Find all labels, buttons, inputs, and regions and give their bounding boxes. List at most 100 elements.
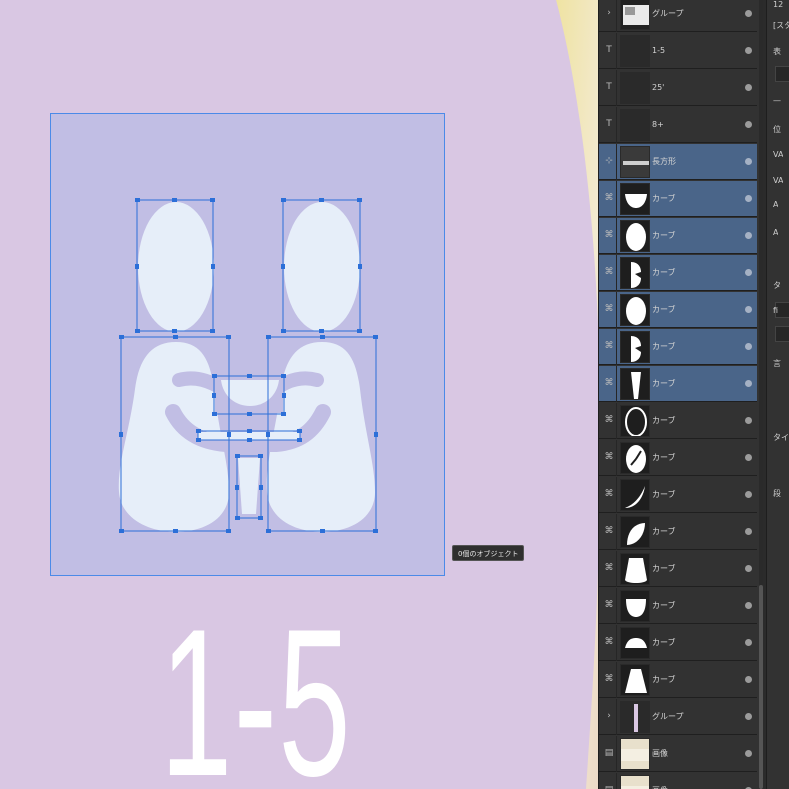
canvas[interactable]: 0個のオブジェクト 1-5 — [0, 0, 615, 789]
layer-type-icon[interactable]: ⌘ — [604, 487, 614, 501]
section-position[interactable]: 位 — [773, 124, 781, 135]
layer-name[interactable]: カーブ — [652, 303, 676, 317]
layer-row[interactable]: ⌘ カーブ — [599, 366, 757, 402]
layer-type-icon[interactable]: › — [604, 709, 614, 723]
layer-row[interactable]: ▤ 画像 — [599, 773, 757, 789]
layer-row[interactable]: ⌘ カーブ — [599, 218, 757, 254]
layer-name[interactable]: カーブ — [652, 340, 676, 354]
layer-type-icon[interactable]: ⌘ — [604, 450, 614, 464]
visibility-toggle-icon[interactable] — [745, 565, 752, 572]
layer-name[interactable]: カーブ — [652, 192, 676, 206]
section-paragraph[interactable]: 段 — [773, 488, 781, 499]
visibility-toggle-icon[interactable] — [745, 47, 752, 54]
layer-row[interactable]: ⌘ カーブ — [599, 255, 757, 291]
layer-type-icon[interactable]: ⌘ — [604, 376, 614, 390]
layer-type-icon[interactable]: ⌘ — [604, 672, 614, 686]
visibility-toggle-icon[interactable] — [745, 454, 752, 461]
right-head-shape[interactable] — [284, 202, 360, 332]
icon-artwork[interactable] — [51, 114, 446, 577]
layer-type-icon[interactable]: ⌘ — [604, 413, 614, 427]
layer-type-icon[interactable]: ⌘ — [604, 339, 614, 353]
layer-type-icon[interactable]: T — [604, 117, 614, 131]
visibility-toggle-icon[interactable] — [745, 713, 752, 720]
layer-type-icon[interactable]: ⌘ — [604, 228, 614, 242]
layer-name[interactable]: 8+ — [652, 118, 664, 132]
kerning-icon[interactable]: VA — [773, 150, 783, 159]
tracking-icon[interactable]: VA — [773, 176, 783, 185]
layer-row[interactable]: ▤ 画像 — [599, 736, 757, 772]
layer-row[interactable]: ⌘ カーブ — [599, 329, 757, 365]
section-language[interactable]: 言 — [773, 358, 781, 369]
stylistic-set-button[interactable] — [775, 326, 789, 342]
layer-row[interactable]: ⌘ カーブ — [599, 588, 757, 624]
visibility-toggle-icon[interactable] — [745, 195, 752, 202]
layer-type-icon[interactable]: ⌘ — [604, 191, 614, 205]
layer-name[interactable]: 画像 — [652, 784, 668, 789]
visibility-toggle-icon[interactable] — [745, 750, 752, 757]
section-appearance[interactable]: 表 — [773, 46, 781, 57]
canvas-text-1-5[interactable]: 1-5 — [160, 598, 352, 789]
layer-type-icon[interactable]: › — [604, 6, 614, 20]
visibility-toggle-icon[interactable] — [745, 158, 752, 165]
layer-name[interactable]: カーブ — [652, 525, 676, 539]
layer-row[interactable]: ⌘ カーブ — [599, 403, 757, 439]
layer-name[interactable]: 画像 — [652, 747, 668, 761]
layer-row[interactable]: ⌘ カーブ — [599, 440, 757, 476]
visibility-toggle-icon[interactable] — [745, 528, 752, 535]
font-size-value[interactable]: 12 — [773, 0, 783, 9]
layer-type-icon[interactable]: ⌘ — [604, 302, 614, 316]
layer-name[interactable]: カーブ — [652, 636, 676, 650]
layer-name[interactable]: カーブ — [652, 599, 676, 613]
visibility-toggle-icon[interactable] — [745, 602, 752, 609]
layer-name[interactable]: グループ — [652, 710, 684, 724]
visibility-toggle-icon[interactable] — [745, 343, 752, 350]
layer-name[interactable]: カーブ — [652, 414, 676, 428]
layer-type-icon[interactable]: ⌘ — [604, 635, 614, 649]
selected-artboard[interactable] — [50, 113, 445, 576]
layer-row[interactable]: ⊹ 長方形 — [599, 144, 757, 180]
visibility-toggle-icon[interactable] — [745, 10, 752, 17]
layer-name[interactable]: 1-5 — [652, 44, 665, 58]
layer-row[interactable]: T 8+ — [599, 107, 757, 143]
layer-name[interactable]: カーブ — [652, 488, 676, 502]
leading-icon[interactable]: A — [773, 228, 778, 237]
layer-type-icon[interactable]: ▤ — [604, 783, 614, 789]
layer-row[interactable]: ⌘ カーブ — [599, 292, 757, 328]
visibility-toggle-icon[interactable] — [745, 84, 752, 91]
layer-type-icon[interactable]: ⌘ — [604, 598, 614, 612]
layer-row[interactable]: ⌘ カーブ — [599, 625, 757, 661]
layer-name[interactable]: カーブ — [652, 229, 676, 243]
layer-name[interactable]: カーブ — [652, 451, 676, 465]
ligature-icon[interactable]: fi — [773, 306, 778, 315]
appearance-field[interactable] — [775, 66, 789, 82]
layer-row[interactable]: › グループ — [599, 699, 757, 735]
layer-name[interactable]: グループ — [652, 7, 684, 21]
visibility-toggle-icon[interactable] — [745, 639, 752, 646]
baseline-icon[interactable]: A — [773, 200, 778, 209]
layer-type-icon[interactable]: T — [604, 80, 614, 94]
layer-row[interactable]: T 1-5 — [599, 33, 757, 69]
visibility-toggle-icon[interactable] — [745, 417, 752, 424]
visibility-toggle-icon[interactable] — [745, 121, 752, 128]
visibility-toggle-icon[interactable] — [745, 232, 752, 239]
visibility-toggle-icon[interactable] — [745, 491, 752, 498]
left-head-shape[interactable] — [138, 202, 214, 332]
visibility-toggle-icon[interactable] — [745, 306, 752, 313]
layer-type-icon[interactable]: ⌘ — [604, 561, 614, 575]
visibility-toggle-icon[interactable] — [745, 269, 752, 276]
glass-shape[interactable] — [238, 458, 260, 514]
section-typography[interactable]: タ — [773, 280, 781, 291]
layer-row[interactable]: T 25' — [599, 70, 757, 106]
layer-name[interactable]: カーブ — [652, 562, 676, 576]
layer-type-icon[interactable]: ⊹ — [604, 154, 614, 168]
layer-type-icon[interactable]: T — [604, 43, 614, 57]
layer-row[interactable]: › グループ — [599, 0, 757, 32]
layer-row[interactable]: ⌘ カーブ — [599, 551, 757, 587]
layer-row[interactable]: ⌘ カーブ — [599, 477, 757, 513]
layer-type-icon[interactable]: ⌘ — [604, 524, 614, 538]
layer-name[interactable]: カーブ — [652, 266, 676, 280]
visibility-toggle-icon[interactable] — [745, 676, 752, 683]
layer-row[interactable]: ⌘ カーブ — [599, 181, 757, 217]
layer-name[interactable]: 25' — [652, 81, 664, 95]
layer-name[interactable]: カーブ — [652, 377, 676, 391]
